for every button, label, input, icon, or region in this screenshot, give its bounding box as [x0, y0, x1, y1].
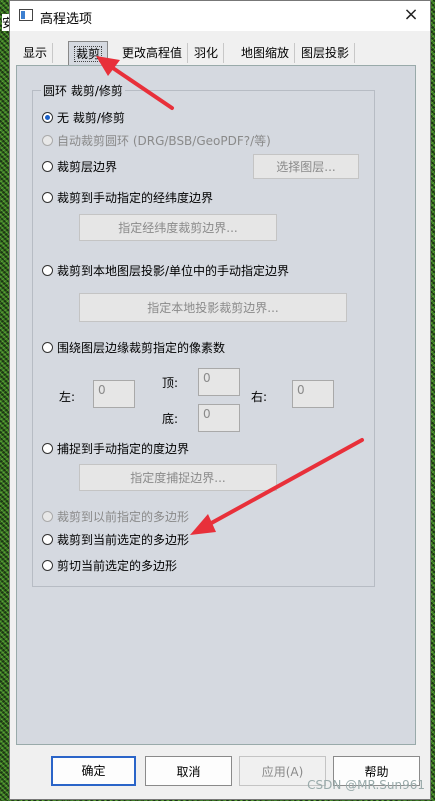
tab-strip: 显示 裁剪 更改高程值 羽化 地图缩放 图层投影 [14, 41, 426, 65]
cancel-button[interactable]: 取消 [145, 756, 232, 786]
option-crop-previous-polygon: 裁剪到以前指定的多边形 [42, 508, 189, 524]
option-label: 捕捉到手动指定的度边界 [57, 441, 190, 456]
option-label: 裁剪层边界 [57, 159, 118, 174]
ok-button[interactable]: 确定 [51, 756, 136, 786]
tab-crop-label: 裁剪 [74, 46, 103, 62]
right-pixels-input[interactable]: 0 [292, 380, 334, 408]
option-label: 裁剪到当前选定的多边形 [57, 532, 190, 547]
elevation-options-dialog: 高程选项 × 显示 裁剪 更改高程值 羽化 地图缩放 图层投影 圆环 裁剪/修剪… [9, 0, 431, 800]
left-pixels-input[interactable]: 0 [93, 380, 135, 408]
radio-icon[interactable] [42, 191, 53, 203]
radio-icon[interactable] [42, 160, 53, 172]
top-pixels-label: 顶: [162, 376, 179, 390]
tab-display[interactable]: 显示 [18, 43, 54, 63]
option-label: 裁剪到手动指定的经纬度边界 [57, 190, 214, 205]
option-no-crop[interactable]: 无 裁剪/修剪 [42, 109, 125, 125]
radio-icon[interactable] [42, 341, 53, 353]
window-title: 高程选项 [40, 12, 93, 27]
option-label: 裁剪到本地图层投影/单位中的手动指定边界 [57, 263, 290, 278]
radio-icon[interactable] [42, 442, 53, 454]
option-crop-selected-polygon[interactable]: 裁剪到当前选定的多边形 [42, 531, 189, 547]
local-bounds-button[interactable]: 指定本地投影裁剪边界... [79, 293, 347, 322]
bottom-pixels-label: 底: [162, 412, 179, 426]
crop-tab-panel: 圆环 裁剪/修剪 无 裁剪/修剪 自动裁剪圆环 (DRG/BSB/GeoPDF?… [16, 65, 416, 745]
tab-crop[interactable]: 裁剪 [68, 41, 109, 65]
radio-icon[interactable] [42, 559, 53, 571]
app-window-icon [19, 9, 33, 21]
radio-icon[interactable] [42, 264, 53, 276]
option-label: 裁剪到以前指定的多边形 [57, 509, 190, 524]
degree-bounds-button[interactable]: 指定度捕捉边界... [79, 464, 277, 491]
csdn-watermark: CSDN @MR.Sun961 [307, 778, 425, 792]
option-label: 无 裁剪/修剪 [57, 110, 125, 125]
option-crop-layer-bounds[interactable]: 裁剪层边界 [42, 158, 117, 174]
option-crop-local-bounds[interactable]: 裁剪到本地图层投影/单位中的手动指定边界 [42, 262, 289, 278]
option-label: 围绕图层边缘裁剪指定的像素数 [57, 340, 226, 355]
left-pixels-label: 左: [59, 390, 76, 404]
option-auto-crop-collar: 自动裁剪圆环 (DRG/BSB/GeoPDF?/等) [42, 132, 271, 148]
radio-icon[interactable] [42, 533, 53, 545]
title-bar[interactable]: 高程选项 × [10, 1, 430, 31]
tab-change-elevation[interactable]: 更改高程值 [117, 43, 189, 63]
option-snap-degree-bounds[interactable]: 捕捉到手动指定的度边界 [42, 440, 189, 456]
right-pixels-label: 右: [251, 390, 268, 404]
radio-icon[interactable] [42, 111, 53, 123]
option-crop-pixels[interactable]: 围绕图层边缘裁剪指定的像素数 [42, 339, 225, 355]
tab-feather[interactable]: 羽化 [189, 43, 225, 63]
tab-map-zoom[interactable]: 地图缩放 [236, 43, 296, 63]
close-icon[interactable]: × [400, 4, 422, 26]
bottom-pixels-input[interactable]: 0 [198, 404, 240, 432]
tab-layer-projection[interactable]: 图层投影 [296, 43, 356, 63]
crop-group-title: 圆环 裁剪/修剪 [41, 82, 125, 99]
option-cut-selected-polygon[interactable]: 剪切当前选定的多边形 [42, 557, 177, 573]
select-layer-button[interactable]: 选择图层... [253, 154, 359, 179]
option-crop-latlon-bounds[interactable]: 裁剪到手动指定的经纬度边界 [42, 189, 213, 205]
radio-icon [42, 510, 53, 522]
latlon-bounds-button[interactable]: 指定经纬度裁剪边界... [79, 214, 277, 241]
radio-icon [42, 134, 53, 146]
option-label: 自动裁剪圆环 (DRG/BSB/GeoPDF?/等) [57, 133, 271, 148]
top-pixels-input[interactable]: 0 [198, 368, 240, 396]
option-label: 剪切当前选定的多边形 [57, 558, 178, 573]
